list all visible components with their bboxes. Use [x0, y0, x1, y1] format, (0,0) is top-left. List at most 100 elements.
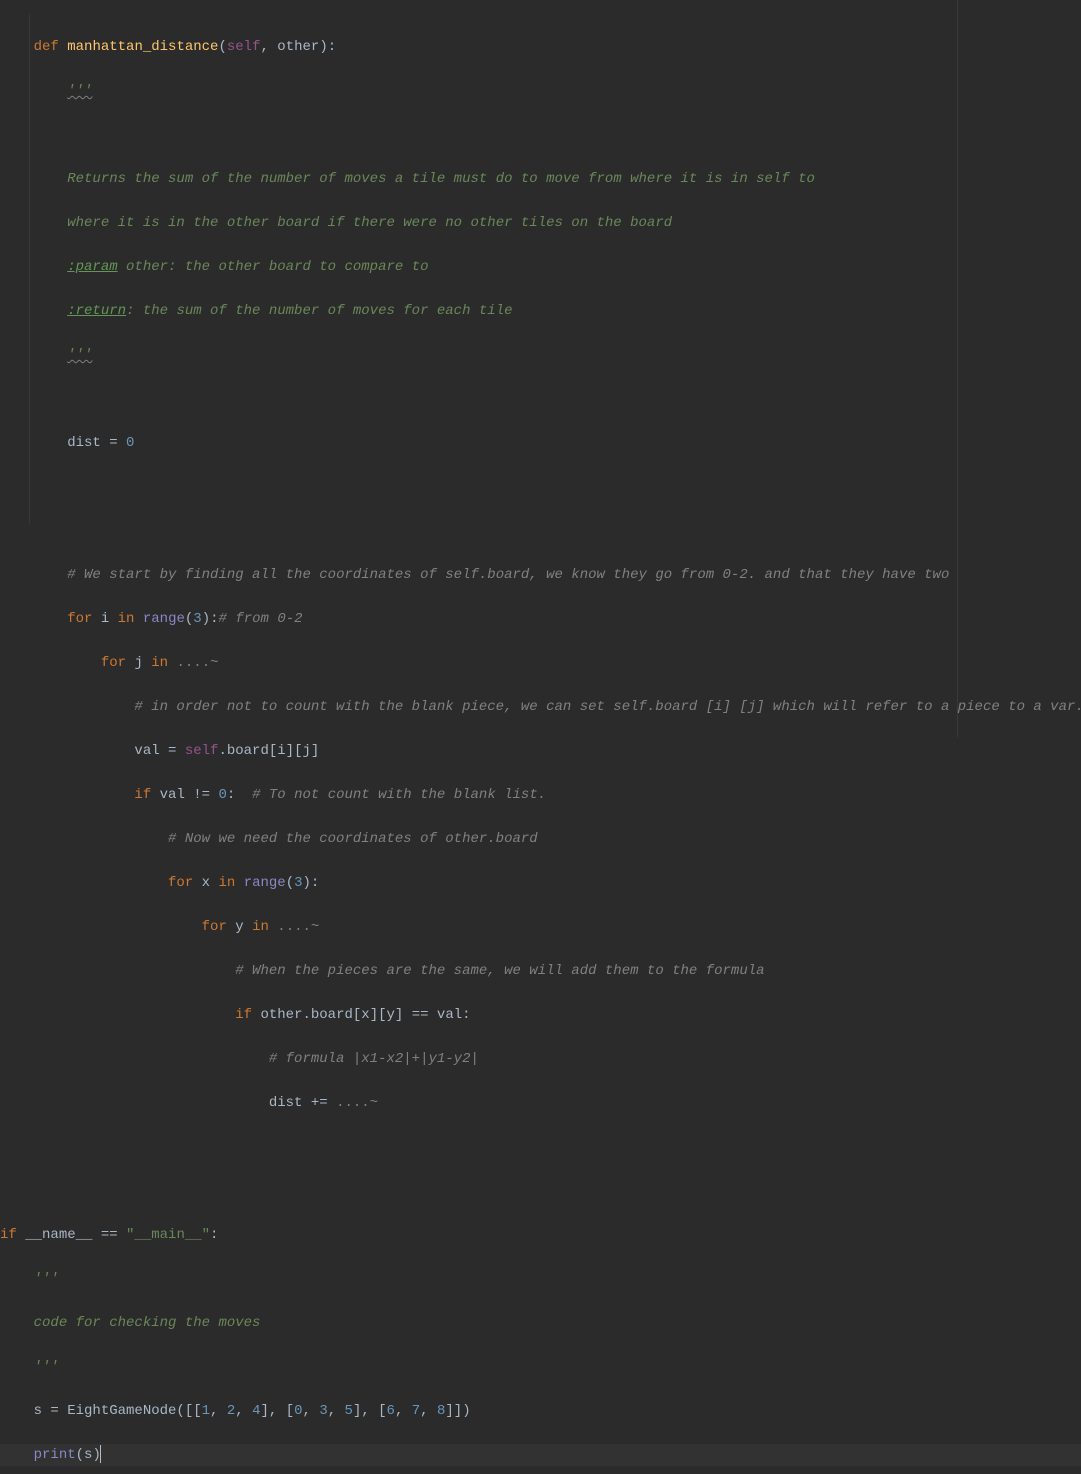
- code-editor[interactable]: def manhattan_distance(self, other): '''…: [0, 0, 1081, 1474]
- number: 4: [252, 1403, 260, 1419]
- var-j: j: [134, 655, 142, 671]
- number: 3: [294, 875, 302, 891]
- comment: # We start by finding all the coordinate…: [67, 567, 949, 583]
- doc-tag-return: :return: [67, 303, 126, 319]
- docstring-text: code for checking the moves: [34, 1315, 261, 1331]
- keyword-if: if: [0, 1227, 17, 1243]
- docstring-open: ''': [34, 1271, 59, 1287]
- code-line[interactable]: def manhattan_distance(self, other):: [0, 36, 1081, 58]
- number: 2: [227, 1403, 235, 1419]
- code-line[interactable]: # in order not to count with the blank p…: [0, 696, 1081, 718]
- number: 0: [218, 787, 226, 803]
- attr: .board[: [218, 743, 277, 759]
- code-line[interactable]: for y in ....~: [0, 916, 1081, 938]
- comment: # To not count with the blank list.: [252, 787, 546, 803]
- code-line[interactable]: [0, 124, 1081, 146]
- code-line[interactable]: s = EightGameNode([[1, 2, 4], [0, 3, 5],…: [0, 1400, 1081, 1422]
- code-line[interactable]: ''': [0, 80, 1081, 102]
- keyword-for: for: [67, 611, 92, 627]
- code-line-cursor[interactable]: print(s): [0, 1444, 1081, 1466]
- squiggle: ~: [370, 1095, 378, 1111]
- code-line[interactable]: [0, 476, 1081, 498]
- folded-dots: ....: [277, 919, 311, 935]
- docstring-text: : the sum of the number of moves for eac…: [126, 303, 512, 319]
- code-line[interactable]: [0, 388, 1081, 410]
- code-line[interactable]: dist = 0: [0, 432, 1081, 454]
- squiggle: [0, 391, 67, 407]
- var-y: y: [387, 1007, 395, 1023]
- docstring-close: ''': [67, 347, 92, 363]
- expr: val !=: [151, 787, 218, 803]
- keyword-if: if: [134, 787, 151, 803]
- doc-tag-param: :param: [67, 259, 117, 275]
- keyword-in: in: [118, 611, 135, 627]
- code-line[interactable]: [0, 1180, 1081, 1202]
- code-line[interactable]: ''': [0, 344, 1081, 366]
- number: 7: [412, 1403, 420, 1419]
- string: "__main__": [126, 1227, 210, 1243]
- code-line[interactable]: if val != 0: # To not count with the bla…: [0, 784, 1081, 806]
- keyword-for: for: [168, 875, 193, 891]
- bracket: ][: [286, 743, 303, 759]
- code-line[interactable]: # formula |x1-x2|+|y1-y2|: [0, 1048, 1081, 1070]
- code-line[interactable]: ''': [0, 1356, 1081, 1378]
- number: 1: [202, 1403, 210, 1419]
- variable: val =: [134, 743, 184, 759]
- docstring-open: ''': [67, 83, 92, 99]
- code-line[interactable]: [0, 520, 1081, 542]
- comma: ,: [210, 1403, 227, 1419]
- code-line[interactable]: # We start by finding all the coordinate…: [0, 564, 1081, 586]
- comma: ,: [235, 1403, 252, 1419]
- comment: # Now we need the coordinates of other.b…: [168, 831, 538, 847]
- comma: ,: [395, 1403, 412, 1419]
- bracket: ]]): [445, 1403, 470, 1419]
- code-line[interactable]: val = self.board[i][j]: [0, 740, 1081, 762]
- number: 3: [319, 1403, 327, 1419]
- comment: # in order not to count with the blank p…: [134, 699, 1081, 715]
- folded-dots: ....: [176, 655, 210, 671]
- docstring-close: ''': [34, 1359, 59, 1375]
- code-line[interactable]: ''': [0, 1268, 1081, 1290]
- comma: ,: [420, 1403, 437, 1419]
- expr: dist +=: [269, 1095, 336, 1111]
- var-i: i: [101, 611, 109, 627]
- text-cursor: [100, 1445, 101, 1463]
- expr: __name__ ==: [17, 1227, 126, 1243]
- code-line[interactable]: Returns the sum of the number of moves a…: [0, 168, 1081, 190]
- code-line[interactable]: dist += ....~: [0, 1092, 1081, 1114]
- number: 8: [437, 1403, 445, 1419]
- number: 6: [387, 1403, 395, 1419]
- keyword-in: in: [151, 655, 168, 671]
- comma: ,: [303, 1403, 320, 1419]
- code-line[interactable]: for j in ....~: [0, 652, 1081, 674]
- expr: other.board[: [252, 1007, 361, 1023]
- bracket: ][: [370, 1007, 387, 1023]
- keyword-in: in: [252, 919, 269, 935]
- var-y: y: [235, 919, 243, 935]
- docstring-text: where it is in the other board if there …: [67, 215, 672, 231]
- builtin-print: print: [34, 1447, 76, 1463]
- number: 3: [193, 611, 201, 627]
- code-line[interactable]: for i in range(3):# from 0-2: [0, 608, 1081, 630]
- code-line[interactable]: # When the pieces are the same, we will …: [0, 960, 1081, 982]
- code-line[interactable]: code for checking the moves: [0, 1312, 1081, 1334]
- param-self: self: [227, 39, 261, 55]
- code-line[interactable]: [0, 1136, 1081, 1158]
- expr: s = EightGameNode([[: [34, 1403, 202, 1419]
- comment: # When the pieces are the same, we will …: [235, 963, 764, 979]
- code-line[interactable]: for x in range(3):: [0, 872, 1081, 894]
- comment: # formula |x1-x2|+|y1-y2|: [269, 1051, 479, 1067]
- code-line[interactable]: # Now we need the coordinates of other.b…: [0, 828, 1081, 850]
- code-line[interactable]: :return: the sum of the number of moves …: [0, 300, 1081, 322]
- code-line[interactable]: if __name__ == "__main__":: [0, 1224, 1081, 1246]
- comma: ,: [328, 1403, 345, 1419]
- bracket: ], [: [260, 1403, 294, 1419]
- bracket: ]: [311, 743, 319, 759]
- keyword-for: for: [101, 655, 126, 671]
- var-s: s: [84, 1447, 92, 1463]
- folded-dots: ....: [336, 1095, 370, 1111]
- code-line[interactable]: where it is in the other board if there …: [0, 212, 1081, 234]
- code-line[interactable]: :param other: the other board to compare…: [0, 256, 1081, 278]
- number: 0: [294, 1403, 302, 1419]
- code-line[interactable]: if other.board[x][y] == val:: [0, 1004, 1081, 1026]
